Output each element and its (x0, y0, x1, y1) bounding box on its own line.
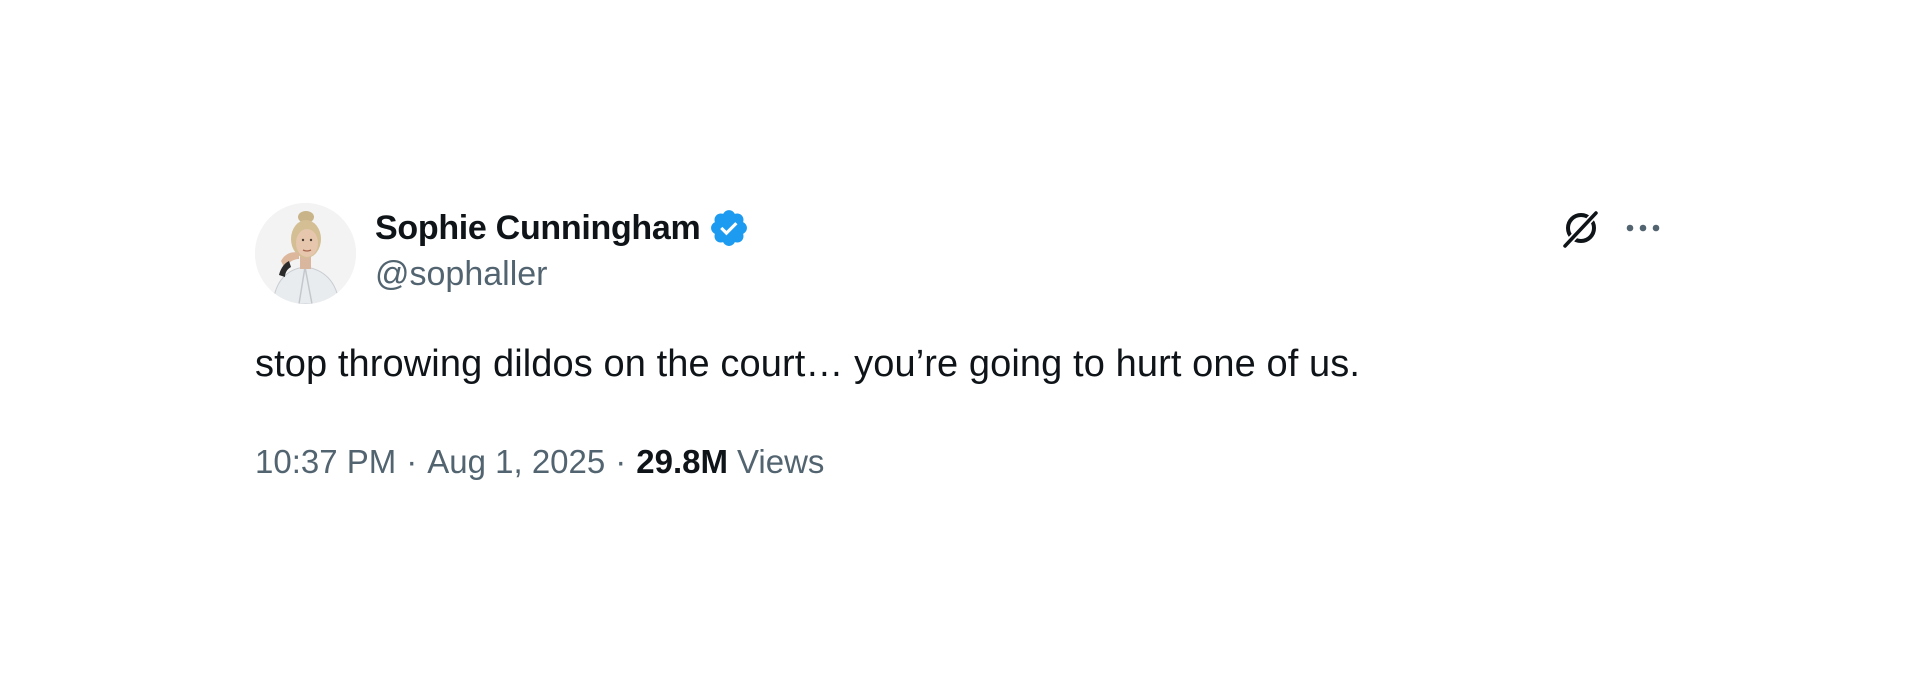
grok-icon (1562, 210, 1599, 249)
author-handle[interactable]: @sophaller (375, 255, 750, 294)
tweet-date[interactable]: Aug 1, 2025 (427, 443, 605, 481)
tweet-meta: 10:37 PM · Aug 1, 2025 · 29.8M Views (255, 443, 824, 481)
more-dots-icon (1626, 224, 1660, 232)
views-count[interactable]: 29.8M (636, 443, 728, 481)
meta-separator: · (615, 443, 627, 480)
author-display-name[interactable]: Sophie Cunningham (375, 209, 701, 248)
grok-button[interactable] (1559, 206, 1603, 250)
tweet-text: stop throwing dildos on the court… you’r… (255, 343, 1361, 385)
more-options-button[interactable] (1621, 206, 1665, 250)
avatar[interactable] (255, 203, 356, 304)
views-label[interactable]: Views (737, 443, 824, 481)
author-name-row: Sophie Cunningham (375, 203, 750, 253)
author-block: Sophie Cunningham @sophaller (375, 203, 750, 294)
tweet-actions (1559, 203, 1665, 253)
meta-separator: · (406, 443, 418, 480)
verified-badge-icon[interactable] (708, 207, 750, 249)
tweet-time[interactable]: 10:37 PM (255, 443, 396, 481)
tweet-card: Sophie Cunningham @sophaller stop throwi… (255, 203, 1665, 503)
avatar-image (255, 203, 356, 304)
